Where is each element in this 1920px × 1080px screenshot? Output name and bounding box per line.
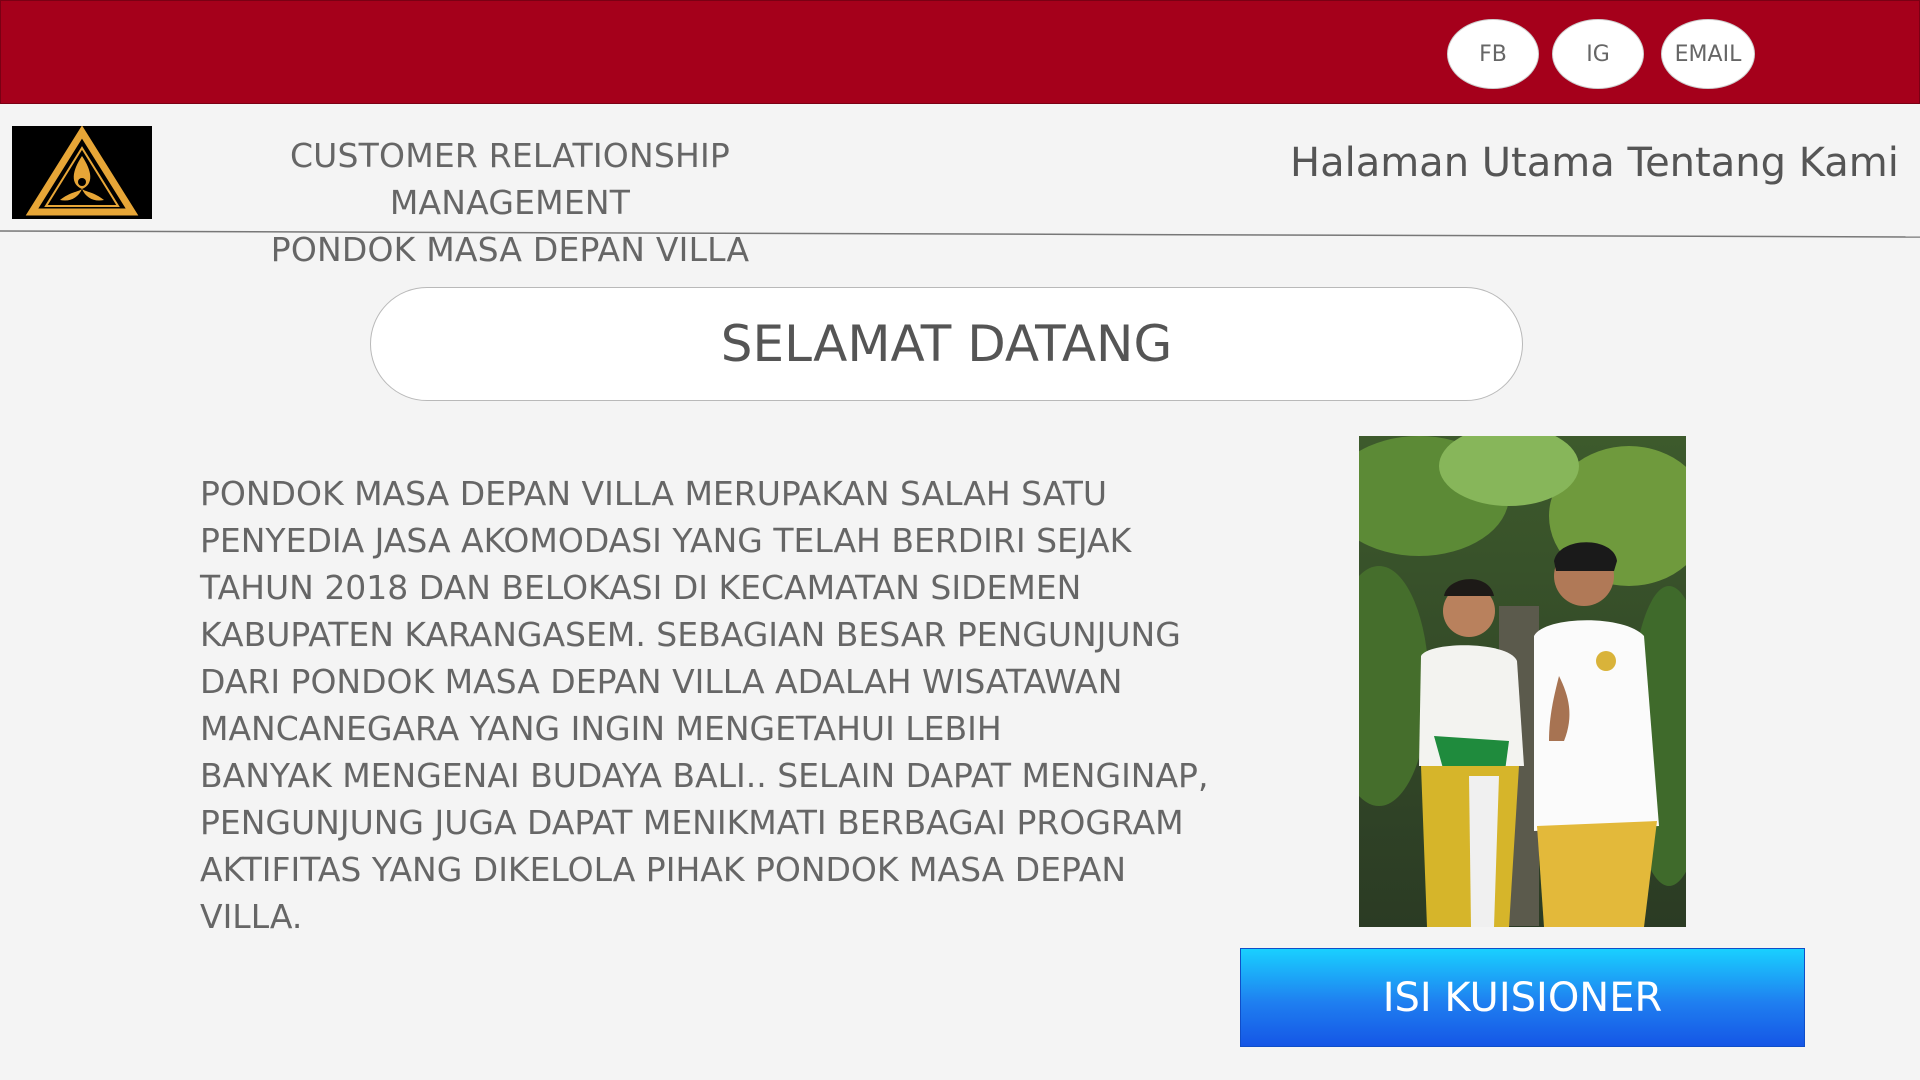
- fill-questionnaire-button[interactable]: ISI KUISIONER: [1240, 948, 1805, 1047]
- site-title-line-1: CUSTOMER RELATIONSHIP MANAGEMENT: [289, 136, 731, 222]
- hosts-photo: [1359, 436, 1686, 927]
- triangle-emblem-icon: [12, 125, 152, 219]
- villa-description: PONDOK MASA DEPAN VILLA MERUPAKAN SALAH …: [200, 474, 1209, 936]
- header-divider: [0, 230, 1920, 238]
- instagram-button[interactable]: IG: [1552, 19, 1644, 89]
- welcome-banner: SELAMAT DATANG: [370, 287, 1523, 401]
- nav-home[interactable]: Halaman Utama: [1290, 140, 1615, 186]
- main-nav: Halaman Utama Tentang Kami: [1290, 140, 1899, 186]
- email-button[interactable]: EMAIL: [1661, 19, 1755, 89]
- logo[interactable]: [12, 125, 152, 219]
- nav-about[interactable]: Tentang Kami: [1627, 140, 1898, 186]
- top-bar: FB IG EMAIL: [0, 0, 1920, 104]
- welcome-title: SELAMAT DATANG: [720, 315, 1173, 373]
- site-title: CUSTOMER RELATIONSHIP MANAGEMENT PONDOK …: [175, 132, 845, 273]
- facebook-button[interactable]: FB: [1447, 19, 1539, 89]
